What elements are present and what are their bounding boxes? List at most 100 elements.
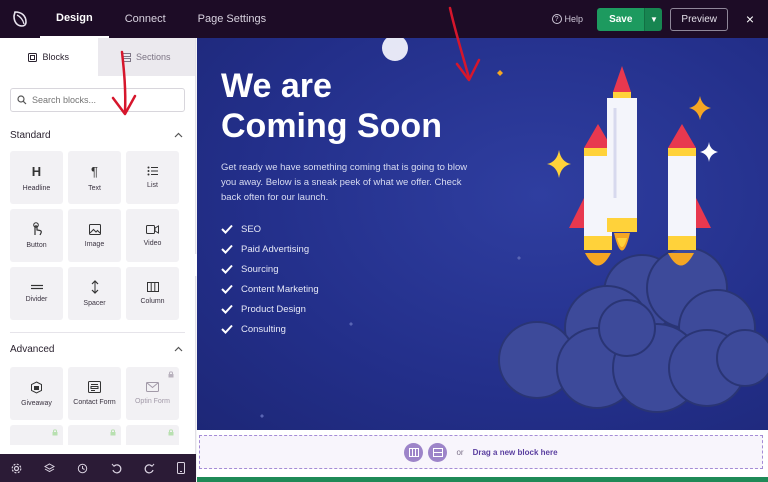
checkmark-icon [221,264,233,274]
button-icon [32,222,42,236]
search-blocks-input[interactable] [32,95,172,105]
column-icon [146,282,159,292]
settings-icon[interactable] [11,463,22,474]
block-video[interactable]: Video [126,209,179,262]
add-block-icon[interactable] [404,442,424,462]
block-spacer[interactable]: Spacer [68,267,121,320]
checkmark-icon [221,284,233,294]
checkmark-icon [221,324,233,334]
checkmark-icon [221,224,233,234]
block-label: Giveaway [21,399,52,407]
block-label: Divider [25,296,48,303]
annotation-arrow-icon [111,50,137,116]
blocks-sidebar: Blocks Sections Standard H Headline ¶ Te… [0,38,196,454]
tab-page-settings[interactable]: Page Settings [182,0,283,38]
list-item: Paid Advertising [221,239,319,259]
lock-icon [52,429,58,436]
redo-icon[interactable] [144,463,155,474]
page-subtext[interactable]: Get ready we have something coming that … [221,160,477,205]
mobile-preview-icon[interactable] [176,462,185,474]
dropzone-drag-label: Drag a new block here [472,447,558,457]
save-button[interactable]: Save [597,7,645,31]
search-icon [17,95,27,105]
chevron-up-icon [174,132,183,138]
caret-down-icon: ▼ [649,14,658,24]
preview-button[interactable]: Preview [670,7,728,31]
block-divider[interactable]: Divider [10,267,63,320]
block-optin-form[interactable]: Optin Form [126,367,179,420]
spacer-icon [91,280,98,294]
block-giveaway[interactable]: Giveaway [10,367,63,420]
page-canvas[interactable]: We are Coming Soon Get ready we have som… [197,38,768,430]
seedprod-logo-icon[interactable] [0,0,40,38]
block-locked-partial[interactable] [10,425,63,445]
close-icon[interactable]: × [738,11,762,27]
tab-design[interactable]: Design [40,0,109,38]
layers-icon[interactable] [44,462,56,474]
standard-section-header[interactable]: Standard [0,128,195,142]
footer-green-strip [197,477,768,482]
block-column[interactable]: Column [126,267,179,320]
top-bar: Design Connect Page Settings ? Help Save… [0,0,768,38]
block-contact-form[interactable]: Contact Form [68,367,121,420]
list-item: Product Design [221,299,319,319]
feature-label: SEO [241,223,262,235]
block-image[interactable]: Image [68,209,121,262]
lock-icon [110,429,116,436]
list-item: Content Marketing [221,279,319,299]
block-list[interactable]: List [126,151,179,204]
block-label: Contact Form [73,399,116,406]
block-label: Column [140,298,165,305]
block-label: Spacer [83,300,106,307]
list-icon [147,166,158,176]
giveaway-icon [31,380,42,394]
block-button[interactable]: Button [10,209,63,262]
tab-sections-label: Sections [135,52,171,62]
video-icon [146,224,159,234]
advanced-title: Advanced [10,343,55,355]
help-label: Help [564,14,584,24]
add-section-icon[interactable] [428,442,448,462]
blocks-icon [28,52,38,62]
feature-label: Consulting [241,323,286,335]
block-label: Video [143,239,162,247]
feature-label: Product Design [241,303,306,315]
block-text[interactable]: ¶ Text [68,151,121,204]
standard-title: Standard [10,129,51,141]
block-dropzone[interactable]: or Drag a new block here [199,435,763,469]
history-icon[interactable] [77,463,88,474]
standard-blocks-grid: H Headline ¶ Text List Button Image Vide… [0,151,195,320]
headline-line-2: Coming Soon [221,107,442,145]
advanced-section-header[interactable]: Advanced [0,342,195,356]
help-icon: ? [551,14,562,24]
headline-line-1: We are [221,67,332,105]
list-item: SEO [221,219,319,239]
block-label: Image [84,240,105,248]
lock-icon [168,371,174,378]
advanced-blocks-grid-more [0,425,195,445]
headline-icon: H [31,163,42,179]
feature-label: Sourcing [241,263,279,275]
divider-icon [30,284,43,290]
block-label: Optin Form [134,398,170,405]
undo-icon[interactable] [111,463,122,474]
image-icon [88,223,101,235]
paragraph-icon: ¶ [91,163,98,179]
block-locked-partial[interactable] [126,425,179,445]
page-headline[interactable]: We are Coming Soon [221,66,442,146]
section-divider [10,332,185,333]
annotation-arrow-icon [448,6,481,82]
chevron-up-icon [174,346,183,352]
block-label: Headline [22,184,51,192]
checkmark-icon [221,304,233,314]
block-locked-partial[interactable] [68,425,121,445]
checkmark-icon [221,244,233,254]
block-label: Button [26,242,47,249]
save-options-dropdown[interactable]: ▼ [644,7,663,31]
tab-blocks[interactable]: Blocks [0,38,98,76]
tab-connect[interactable]: Connect [109,0,182,38]
help-link[interactable]: ? Help [551,14,584,24]
save-button-group: Save ▼ [597,7,663,31]
feature-list[interactable]: SEO Paid Advertising Sourcing Content Ma… [221,219,319,339]
block-headline[interactable]: H Headline [10,151,63,204]
